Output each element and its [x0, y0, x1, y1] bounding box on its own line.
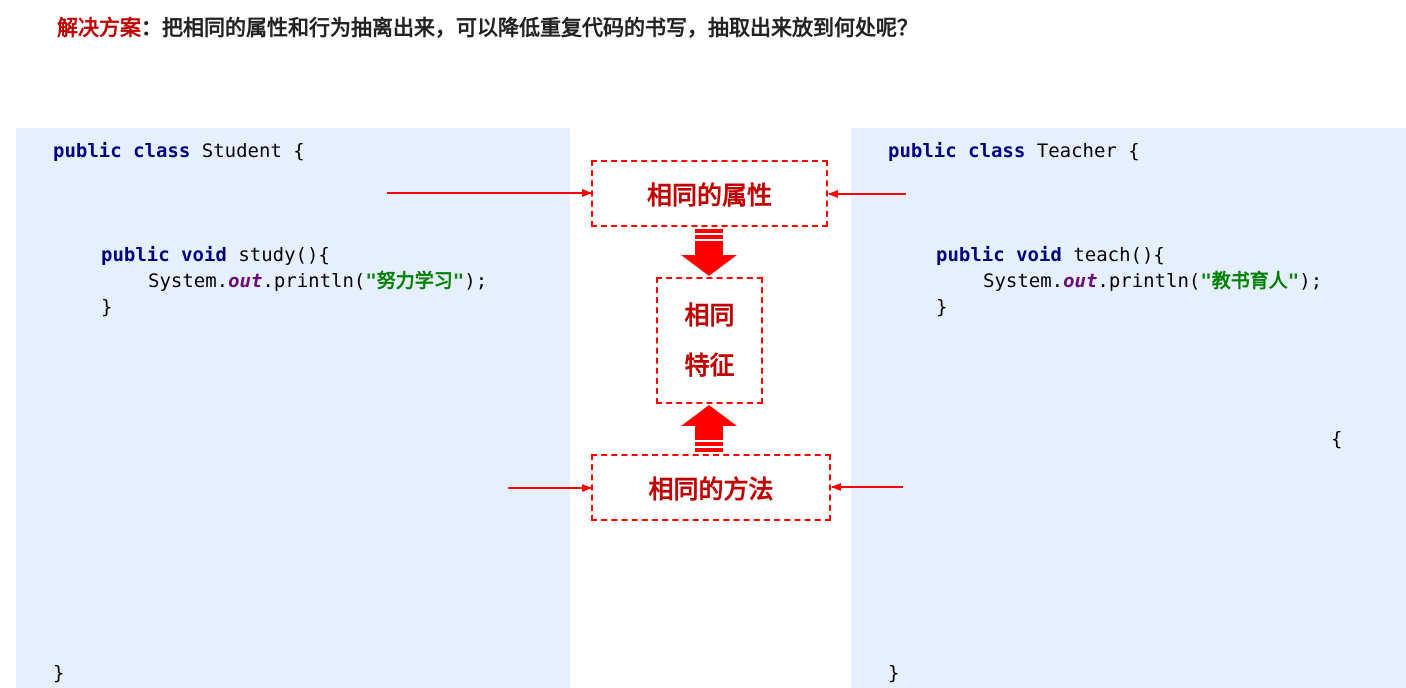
- same-methods-box: 相同的方法: [591, 454, 831, 521]
- same-feature-box: 相同 特征: [656, 277, 763, 404]
- same-attributes-box: 相同的属性: [591, 160, 828, 227]
- same-methods-label: 相同的方法: [648, 474, 774, 504]
- down-block-arrow: [681, 229, 737, 276]
- same-feature-line-1: 相同: [684, 300, 735, 330]
- up-block-arrow: [681, 405, 737, 452]
- same-feature-line-2: 特征: [684, 350, 735, 380]
- same-attributes-label: 相同的属性: [646, 180, 772, 210]
